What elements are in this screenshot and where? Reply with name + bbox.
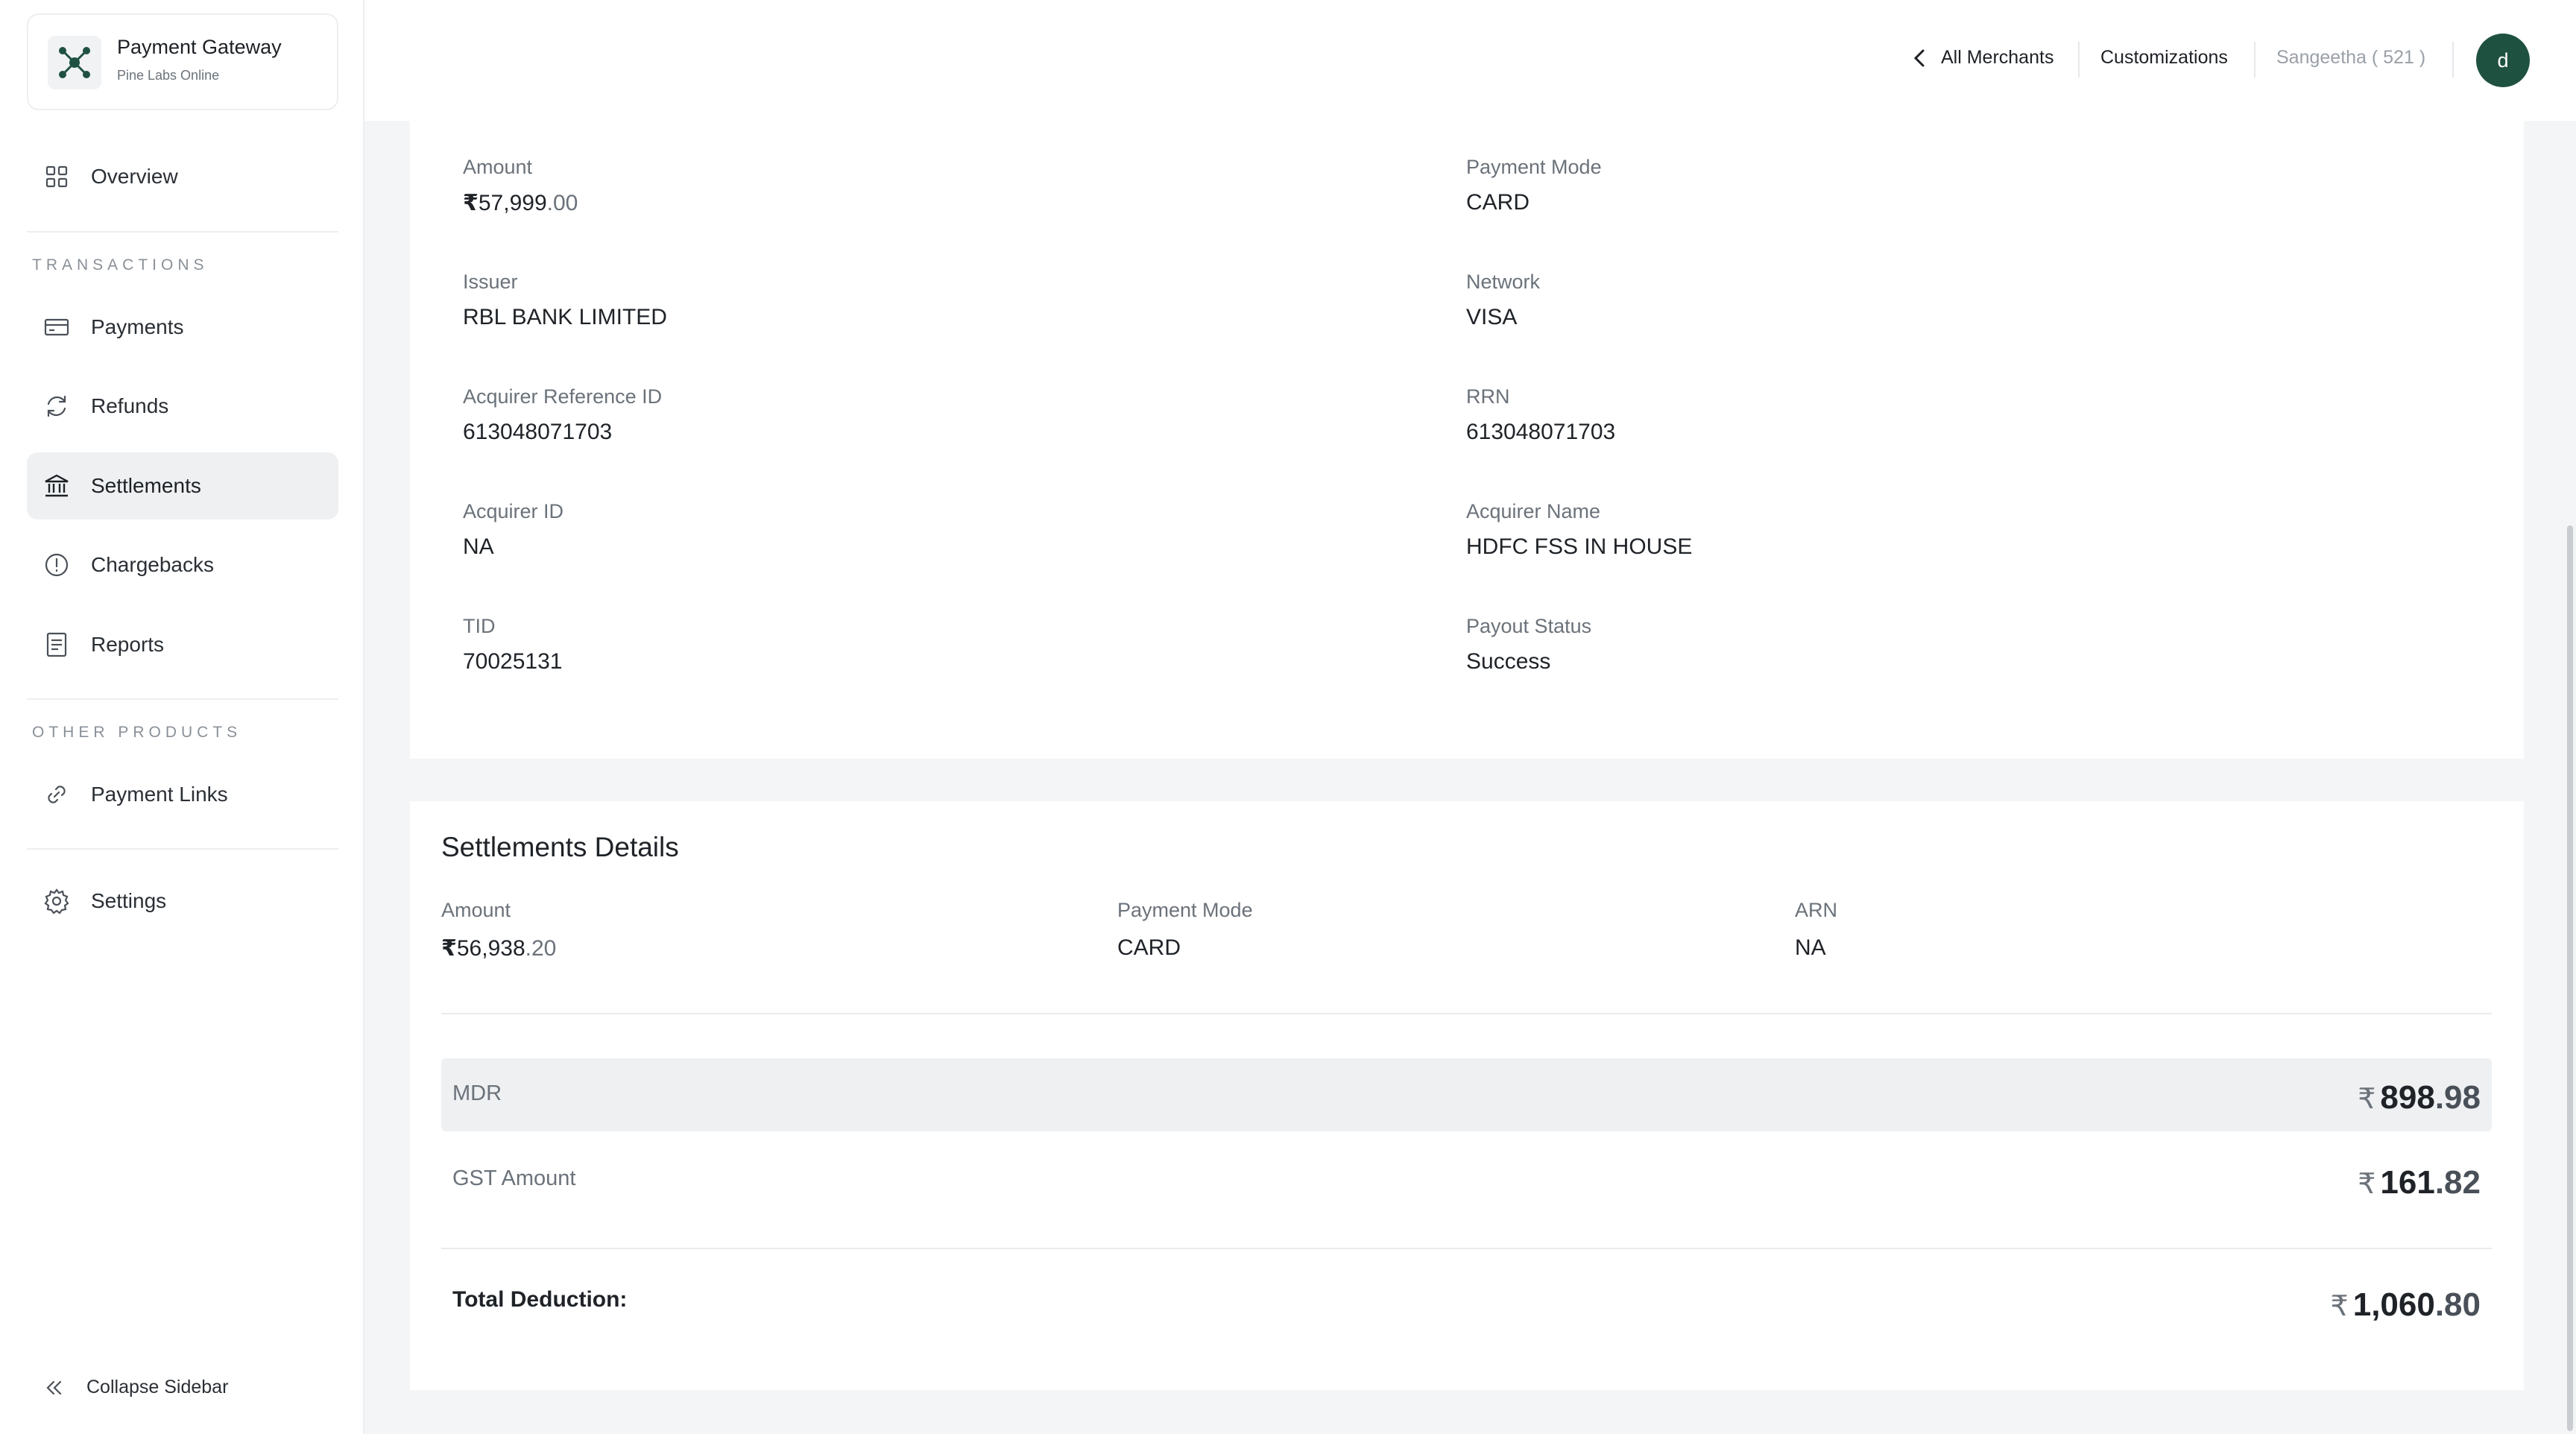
user-name[interactable]: Sangeetha ( 521 ): [2276, 47, 2425, 69]
tid-label: TID: [463, 615, 496, 637]
header-separator: [2254, 42, 2255, 78]
settlement-details-title: Settlements Details: [441, 832, 679, 862]
chevron-left-icon[interactable]: [1910, 45, 1928, 72]
payout-status-value: Success: [1466, 649, 1551, 674]
payment-mode-value: CARD: [1466, 190, 1530, 215]
rrn-value: 613048071703: [1466, 420, 1616, 444]
acquirer-name-label: Acquirer Name: [1466, 500, 1601, 522]
sidebar-item-chargebacks[interactable]: Chargebacks: [27, 531, 338, 598]
sidebar-divider: [27, 848, 338, 850]
amount-decimal: .00: [546, 191, 578, 215]
sidebar-item-reports[interactable]: Reports: [27, 611, 338, 678]
settlement-amount-decimal: .20: [525, 936, 557, 961]
rupee-symbol: ₹: [2330, 1291, 2349, 1322]
total-integer: 1,060: [2352, 1286, 2435, 1323]
network-label: Network: [1466, 271, 1541, 293]
gear-icon: [44, 888, 69, 915]
tid-value: 70025131: [463, 649, 563, 674]
acquirer-id-label: Acquirer ID: [463, 500, 564, 522]
arn-value: NA: [1795, 935, 1826, 960]
sidebar-item-label: Payment Links: [91, 783, 228, 806]
total-decimal: .80: [2434, 1286, 2481, 1323]
avatar[interactable]: d: [2476, 34, 2530, 87]
acquirer-name-value: HDFC FSS IN HOUSE: [1466, 534, 1693, 559]
network-nodes-icon: [48, 36, 101, 89]
gst-decimal: .82: [2434, 1164, 2481, 1201]
section-label-other-products: OTHER PRODUCTS: [32, 724, 242, 741]
rupee-symbol: ₹: [463, 191, 479, 215]
amount-integer: 57,999: [478, 191, 547, 215]
rupee-symbol: ₹: [441, 936, 457, 961]
top-header: [364, 0, 2576, 121]
gst-amount: ₹161.82: [2358, 1164, 2481, 1201]
sidebar-divider: [27, 698, 338, 700]
brand-title: Payment Gateway: [117, 36, 282, 58]
sidebar-item-settings[interactable]: Settings: [27, 868, 338, 935]
grid-icon: [45, 165, 68, 188]
settlement-payment-mode-label: Payment Mode: [1117, 899, 1253, 921]
sidebar-item-label: Chargebacks: [91, 553, 214, 576]
sidebar-item-settlements[interactable]: Settlements: [27, 452, 338, 519]
amount-label: Amount: [463, 156, 533, 178]
rupee-symbol: ₹: [2358, 1169, 2376, 1200]
double-chevron-left-icon: [46, 1380, 62, 1395]
settlement-divider: [441, 1013, 2492, 1014]
payment-mode-label: Payment Mode: [1466, 156, 1602, 178]
acquirer-reference-id-label: Acquirer Reference ID: [463, 385, 663, 408]
refresh-icon: [47, 395, 66, 417]
sidebar-item-payment-links[interactable]: Payment Links: [27, 761, 338, 828]
brand-subtitle: Pine Labs Online: [117, 68, 220, 83]
all-merchants-link[interactable]: All Merchants: [1941, 47, 2053, 69]
amount-value: ₹57,999.00: [463, 190, 578, 216]
section-label-transactions: TRANSACTIONS: [32, 256, 209, 274]
settlement-payment-mode-value: CARD: [1117, 935, 1181, 960]
network-value: VISA: [1466, 305, 1518, 329]
bank-icon: [45, 474, 69, 497]
payout-status-label: Payout Status: [1466, 615, 1592, 637]
alert-circle-icon: [45, 553, 69, 577]
rupee-symbol: ₹: [2358, 1084, 2376, 1115]
settlement-amount-value: ₹56,938.20: [441, 935, 556, 961]
arn-label: ARN: [1795, 899, 1838, 921]
acquirer-reference-id-value: 613048071703: [463, 420, 613, 444]
customizations-link[interactable]: Customizations: [2100, 47, 2228, 69]
card-icon: [44, 318, 69, 336]
header-separator: [2452, 42, 2454, 78]
mdr-label: MDR: [452, 1081, 502, 1105]
scrollbar-thumb[interactable]: [2567, 525, 2573, 1431]
sidebar-item-payments[interactable]: Payments: [27, 294, 338, 361]
sidebar-item-label: Settlements: [91, 474, 201, 497]
gst-amount-label: GST Amount: [452, 1166, 576, 1190]
mdr-row: [441, 1058, 2492, 1131]
mdr-decimal: .98: [2434, 1079, 2481, 1116]
header-separator: [2078, 42, 2080, 78]
collapse-sidebar-button[interactable]: Collapse Sidebar: [43, 1375, 267, 1402]
issuer-label: Issuer: [463, 271, 518, 293]
total-deduction-label: Total Deduction:: [452, 1287, 628, 1312]
issuer-value: RBL BANK LIMITED: [463, 305, 667, 329]
sidebar-item-refunds[interactable]: Refunds: [27, 373, 338, 440]
sidebar-item-overview[interactable]: Overview: [27, 143, 338, 210]
sidebar-item-label: Refunds: [91, 394, 169, 417]
app-root: Payment Gateway Pine Labs Online Overvie…: [0, 0, 2576, 1434]
settlement-amount-label: Amount: [441, 899, 511, 921]
sidebar-item-label: Settings: [91, 889, 167, 912]
rrn-label: RRN: [1466, 385, 1510, 408]
sidebar-item-label: Reports: [91, 633, 165, 656]
sidebar-item-label: Payments: [91, 315, 184, 338]
gst-integer: 161: [2380, 1164, 2435, 1201]
sidebar-item-label: Overview: [91, 165, 178, 188]
sidebar: Payment Gateway Pine Labs Online Overvie…: [0, 0, 364, 1434]
settlement-amount-integer: 56,938: [456, 936, 525, 961]
sidebar-divider: [27, 231, 338, 233]
total-deduction-amount: ₹1,060.80: [2331, 1286, 2481, 1324]
acquirer-id-value: NA: [463, 534, 494, 559]
mdr-integer: 898: [2380, 1079, 2435, 1116]
document-icon: [46, 632, 67, 657]
link-icon: [48, 786, 66, 803]
brand-card[interactable]: Payment Gateway Pine Labs Online: [27, 13, 338, 110]
collapse-sidebar-label: Collapse Sidebar: [86, 1377, 229, 1397]
total-divider: [441, 1248, 2492, 1249]
mdr-amount: ₹898.98: [2358, 1079, 2481, 1116]
